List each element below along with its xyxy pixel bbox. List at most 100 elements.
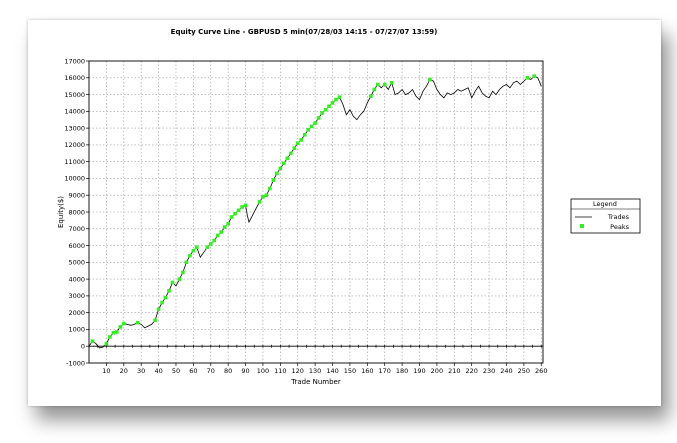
peak-marker	[219, 230, 223, 234]
peak-marker	[191, 248, 196, 253]
chart-title: Equity Curve Line - GBPUSD 5 min(07/28/0…	[171, 28, 438, 36]
y-tick-label: 4000	[68, 275, 85, 283]
legend-title: Legend	[593, 200, 617, 208]
x-tick-label: 240	[500, 367, 512, 375]
peak-marker	[167, 289, 171, 293]
peak-marker	[264, 193, 269, 197]
y-axis-label: Equity($)	[57, 196, 65, 228]
y-tick-label: 15000	[64, 91, 85, 99]
y-tick-label: 12000	[64, 141, 85, 149]
y-tick-label: 17000	[64, 57, 85, 65]
peak-marker	[90, 339, 95, 343]
x-tick-label: 260	[535, 367, 547, 375]
peak-marker	[212, 238, 216, 243]
x-tick-label: 220	[465, 367, 477, 375]
peak-marker	[156, 307, 161, 312]
peak-marker	[209, 242, 213, 246]
peak-marker	[306, 128, 310, 132]
x-tick-label: 30	[137, 367, 145, 375]
y-tick-label: -1000	[66, 359, 85, 367]
peak-marker	[233, 211, 237, 216]
peak-marker	[292, 146, 297, 150]
x-axis-label: Trade Number	[290, 378, 341, 386]
peak-marker	[382, 82, 387, 87]
peak-marker	[205, 245, 210, 249]
x-tick-label: 180	[396, 367, 408, 375]
peak-marker	[389, 81, 394, 85]
x-tick-label: 170	[378, 367, 390, 375]
peak-marker	[316, 116, 321, 120]
y-tick-label: 9000	[68, 192, 85, 200]
x-tick-label: 10	[102, 367, 110, 375]
peak-marker	[289, 151, 293, 156]
x-tick-label: 150	[344, 367, 356, 375]
legend-trades-label: Trades	[607, 213, 630, 221]
y-tick-label: 13000	[64, 124, 85, 132]
peak-marker	[108, 335, 112, 339]
y-tick-label: 8000	[68, 208, 85, 216]
peak-marker	[268, 186, 272, 191]
y-tick-label: 2000	[68, 309, 85, 317]
peak-marker	[226, 221, 230, 226]
x-tick-label: 230	[483, 367, 495, 375]
x-tick-label: 80	[224, 367, 232, 375]
y-tick-label: 14000	[64, 108, 85, 116]
peak-marker	[188, 253, 192, 258]
y-tick-label: 3000	[68, 292, 85, 300]
x-tick-label: 40	[154, 367, 162, 375]
peak-marker	[337, 95, 342, 99]
x-tick-label: 160	[361, 367, 373, 375]
y-tick-label: 0	[81, 343, 85, 351]
peak-marker	[320, 111, 324, 115]
peak-marker	[181, 270, 185, 275]
peak-marker	[309, 124, 314, 129]
peak-marker	[163, 295, 168, 300]
peak-marker	[369, 94, 373, 98]
x-tick-label: 110	[274, 367, 286, 375]
x-tick-label: 100	[257, 367, 269, 375]
y-tick-label: 6000	[68, 242, 85, 250]
peak-marker	[302, 133, 307, 137]
y-tick-label: 10000	[64, 175, 85, 183]
x-tick-label: 120	[292, 367, 304, 375]
legend-peaks-swatch	[580, 224, 584, 228]
peak-marker	[236, 208, 241, 213]
peak-marker	[428, 77, 432, 82]
peak-marker	[327, 104, 331, 109]
peak-marker	[282, 161, 286, 166]
peak-marker	[372, 87, 377, 92]
peak-marker	[285, 156, 290, 161]
peak-marker	[195, 245, 199, 249]
peak-marker	[330, 101, 335, 105]
x-tick-label: 50	[172, 367, 180, 375]
peak-marker	[243, 203, 248, 208]
x-tick-label: 90	[241, 367, 249, 375]
peak-marker	[118, 325, 123, 329]
peak-marker	[299, 138, 303, 142]
peak-marker	[323, 107, 328, 112]
peak-marker	[215, 233, 220, 238]
plot-area: -1000 0 1000 2000 3000 4000 5000 6000 7000 8000 90…	[64, 57, 547, 375]
peak-marker	[104, 341, 109, 346]
legend: Legend Trades Peaks	[570, 198, 641, 234]
peak-marker	[525, 76, 530, 80]
x-tick-label: 190	[413, 367, 425, 375]
equity-curve-chart: Equity Curve Line - GBPUSD 5 min(07/28/0…	[57, 28, 641, 386]
peak-marker	[257, 200, 262, 204]
x-tick-label: 210	[448, 367, 460, 375]
x-tick-label: 130	[309, 367, 321, 375]
x-tick-label: 60	[189, 367, 197, 375]
peak-marker	[222, 225, 227, 229]
y-tick-label: 11000	[64, 158, 85, 166]
peak-marker	[295, 141, 300, 145]
peak-marker	[184, 260, 189, 265]
legend-peaks-label: Peaks	[610, 223, 629, 231]
x-tick-label: 20	[120, 367, 128, 375]
peak-marker	[278, 166, 283, 171]
peak-marker	[170, 280, 175, 285]
y-tick-label: 5000	[68, 259, 85, 267]
x-tick-label: 140	[326, 367, 338, 375]
x-tick-label: 70	[207, 367, 215, 375]
peak-marker	[271, 178, 276, 182]
peak-marker	[160, 300, 164, 305]
